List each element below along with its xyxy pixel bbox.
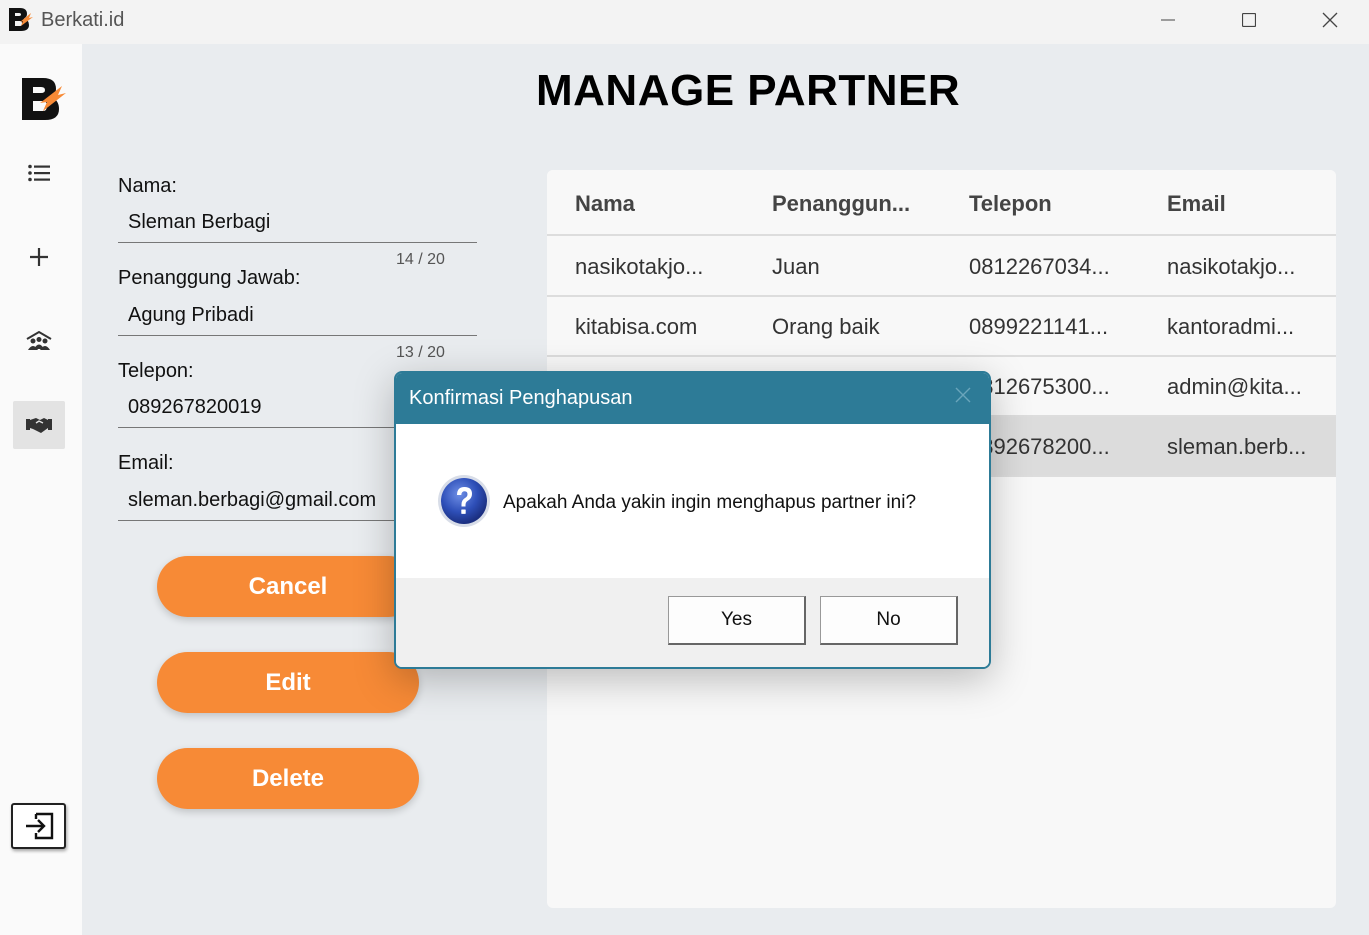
cell-email: kantoradmi... [1167,314,1295,339]
delete-button[interactable]: Delete [157,748,419,809]
app-title: Berkati.id [41,9,125,31]
telepon-label: Telepon: [118,360,194,382]
sidebar-item-community[interactable] [13,317,65,365]
dialog-close-icon[interactable] [955,387,971,403]
maximize-icon [1242,13,1256,27]
column-header-penanggung-jawab[interactable]: Penanggun... [772,191,910,217]
list-icon [28,164,50,182]
minimize-icon [1161,19,1175,21]
dialog-body: Apakah Anda yakin ingin menghapus partne… [396,424,989,578]
brand-logo-icon [22,78,66,120]
page-title: MANAGE PARTNER [536,66,961,115]
penanggung-jawab-label: Penanggung Jawab: [118,267,301,289]
dialog-footer: Yes No [396,578,989,667]
cell-email: admin@kita... [1167,374,1302,399]
close-icon [1322,12,1338,28]
yes-button[interactable]: Yes [668,596,806,645]
column-header-telepon[interactable]: Telepon [969,191,1052,217]
plus-icon [30,248,48,266]
table-header: Nama Penanggun... Telepon Email [547,170,1336,236]
cell-email: sleman.berb... [1167,434,1307,459]
title-bar: Berkati.id [0,0,1369,44]
cell-telepon: 0899221141... [969,314,1109,339]
cell-email: nasikotakjo... [1167,254,1296,279]
cell-telepon: 0812267034... [969,254,1110,279]
logout-button[interactable] [11,803,66,849]
nama-label: Nama: [118,175,177,197]
maximize-button[interactable] [1209,0,1289,40]
sidebar [0,44,82,935]
dialog-header: Konfirmasi Penghapusan [396,373,989,424]
cell-nama: kitabisa.com [575,314,698,339]
sidebar-item-list[interactable] [13,149,65,197]
close-button[interactable] [1290,0,1369,40]
sidebar-item-partner[interactable] [13,401,65,449]
cancel-button[interactable]: Cancel [157,556,419,617]
cell-nama: nasikotakjo... [575,254,704,279]
email-label: Email: [118,452,174,474]
handshake-icon [26,418,52,433]
table-row[interactable]: nasikotakjo... Juan 0812267034... nasiko… [547,237,1336,297]
cell-penanggung-jawab: Juan [772,254,820,279]
edit-button[interactable]: Edit [157,652,419,713]
penanggung-jawab-counter: 13 / 20 [396,344,445,361]
sidebar-item-add[interactable] [13,233,65,281]
dialog-title: Konfirmasi Penghapusan [409,387,633,409]
dialog-message: Apakah Anda yakin ingin menghapus partne… [503,492,917,513]
column-header-nama[interactable]: Nama [575,191,635,217]
question-icon [438,475,490,527]
logout-icon [25,812,53,840]
app-logo-icon [9,8,33,31]
table-row[interactable]: kitabisa.com Orang baik 0899221141... ka… [547,297,1336,357]
penanggung-jawab-input[interactable]: Agung Pribadi [118,296,477,336]
community-icon [26,330,52,350]
no-button[interactable]: No [820,596,958,645]
column-header-email[interactable]: Email [1167,191,1226,217]
cell-penanggung-jawab: Orang baik [772,314,880,339]
confirm-delete-dialog: Konfirmasi Penghapusan Apakah Anda yakin… [394,371,991,669]
nama-input[interactable]: Sleman Berbagi [118,203,477,243]
minimize-button[interactable] [1128,0,1208,40]
nama-counter: 14 / 20 [396,251,445,268]
